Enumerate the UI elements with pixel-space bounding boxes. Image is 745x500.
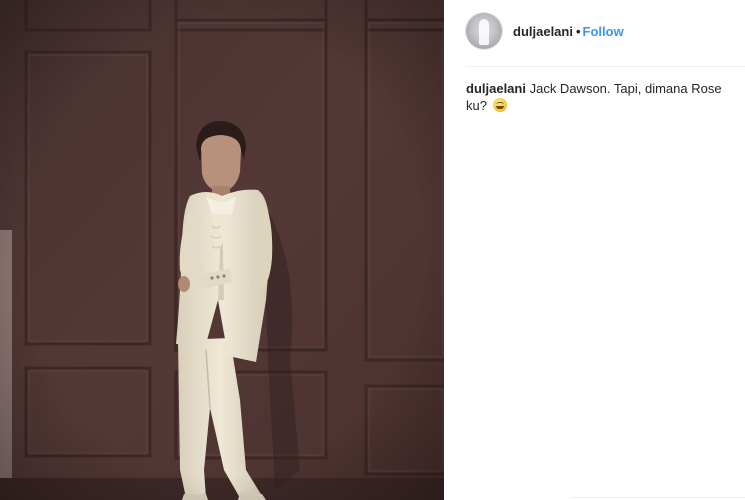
post-caption: duljaelani Jack Dawson. Tapi, dimana Ros… xyxy=(466,80,722,114)
header-username-link[interactable]: duljaelani xyxy=(513,24,573,39)
post-side-panel: duljaelani • Follow duljaelani Jack Dawson… xyxy=(444,0,745,500)
user-avatar-icon[interactable] xyxy=(466,13,502,49)
photo-illustration xyxy=(0,0,444,500)
header-separator: • xyxy=(575,24,581,39)
grinning-sweat-emoji-icon xyxy=(492,98,507,112)
header-text: duljaelani • Follow xyxy=(513,24,624,40)
header-divider xyxy=(466,66,745,67)
comments-divider xyxy=(570,497,745,498)
caption-username-link[interactable]: duljaelani xyxy=(466,81,526,96)
post-photo[interactable] xyxy=(0,0,444,500)
instagram-post: duljaelani • Follow duljaelani Jack Dawson… xyxy=(0,0,745,500)
follow-button[interactable]: Follow xyxy=(583,24,624,39)
avatar-figure xyxy=(479,19,489,45)
post-header: duljaelani • Follow xyxy=(444,0,745,66)
